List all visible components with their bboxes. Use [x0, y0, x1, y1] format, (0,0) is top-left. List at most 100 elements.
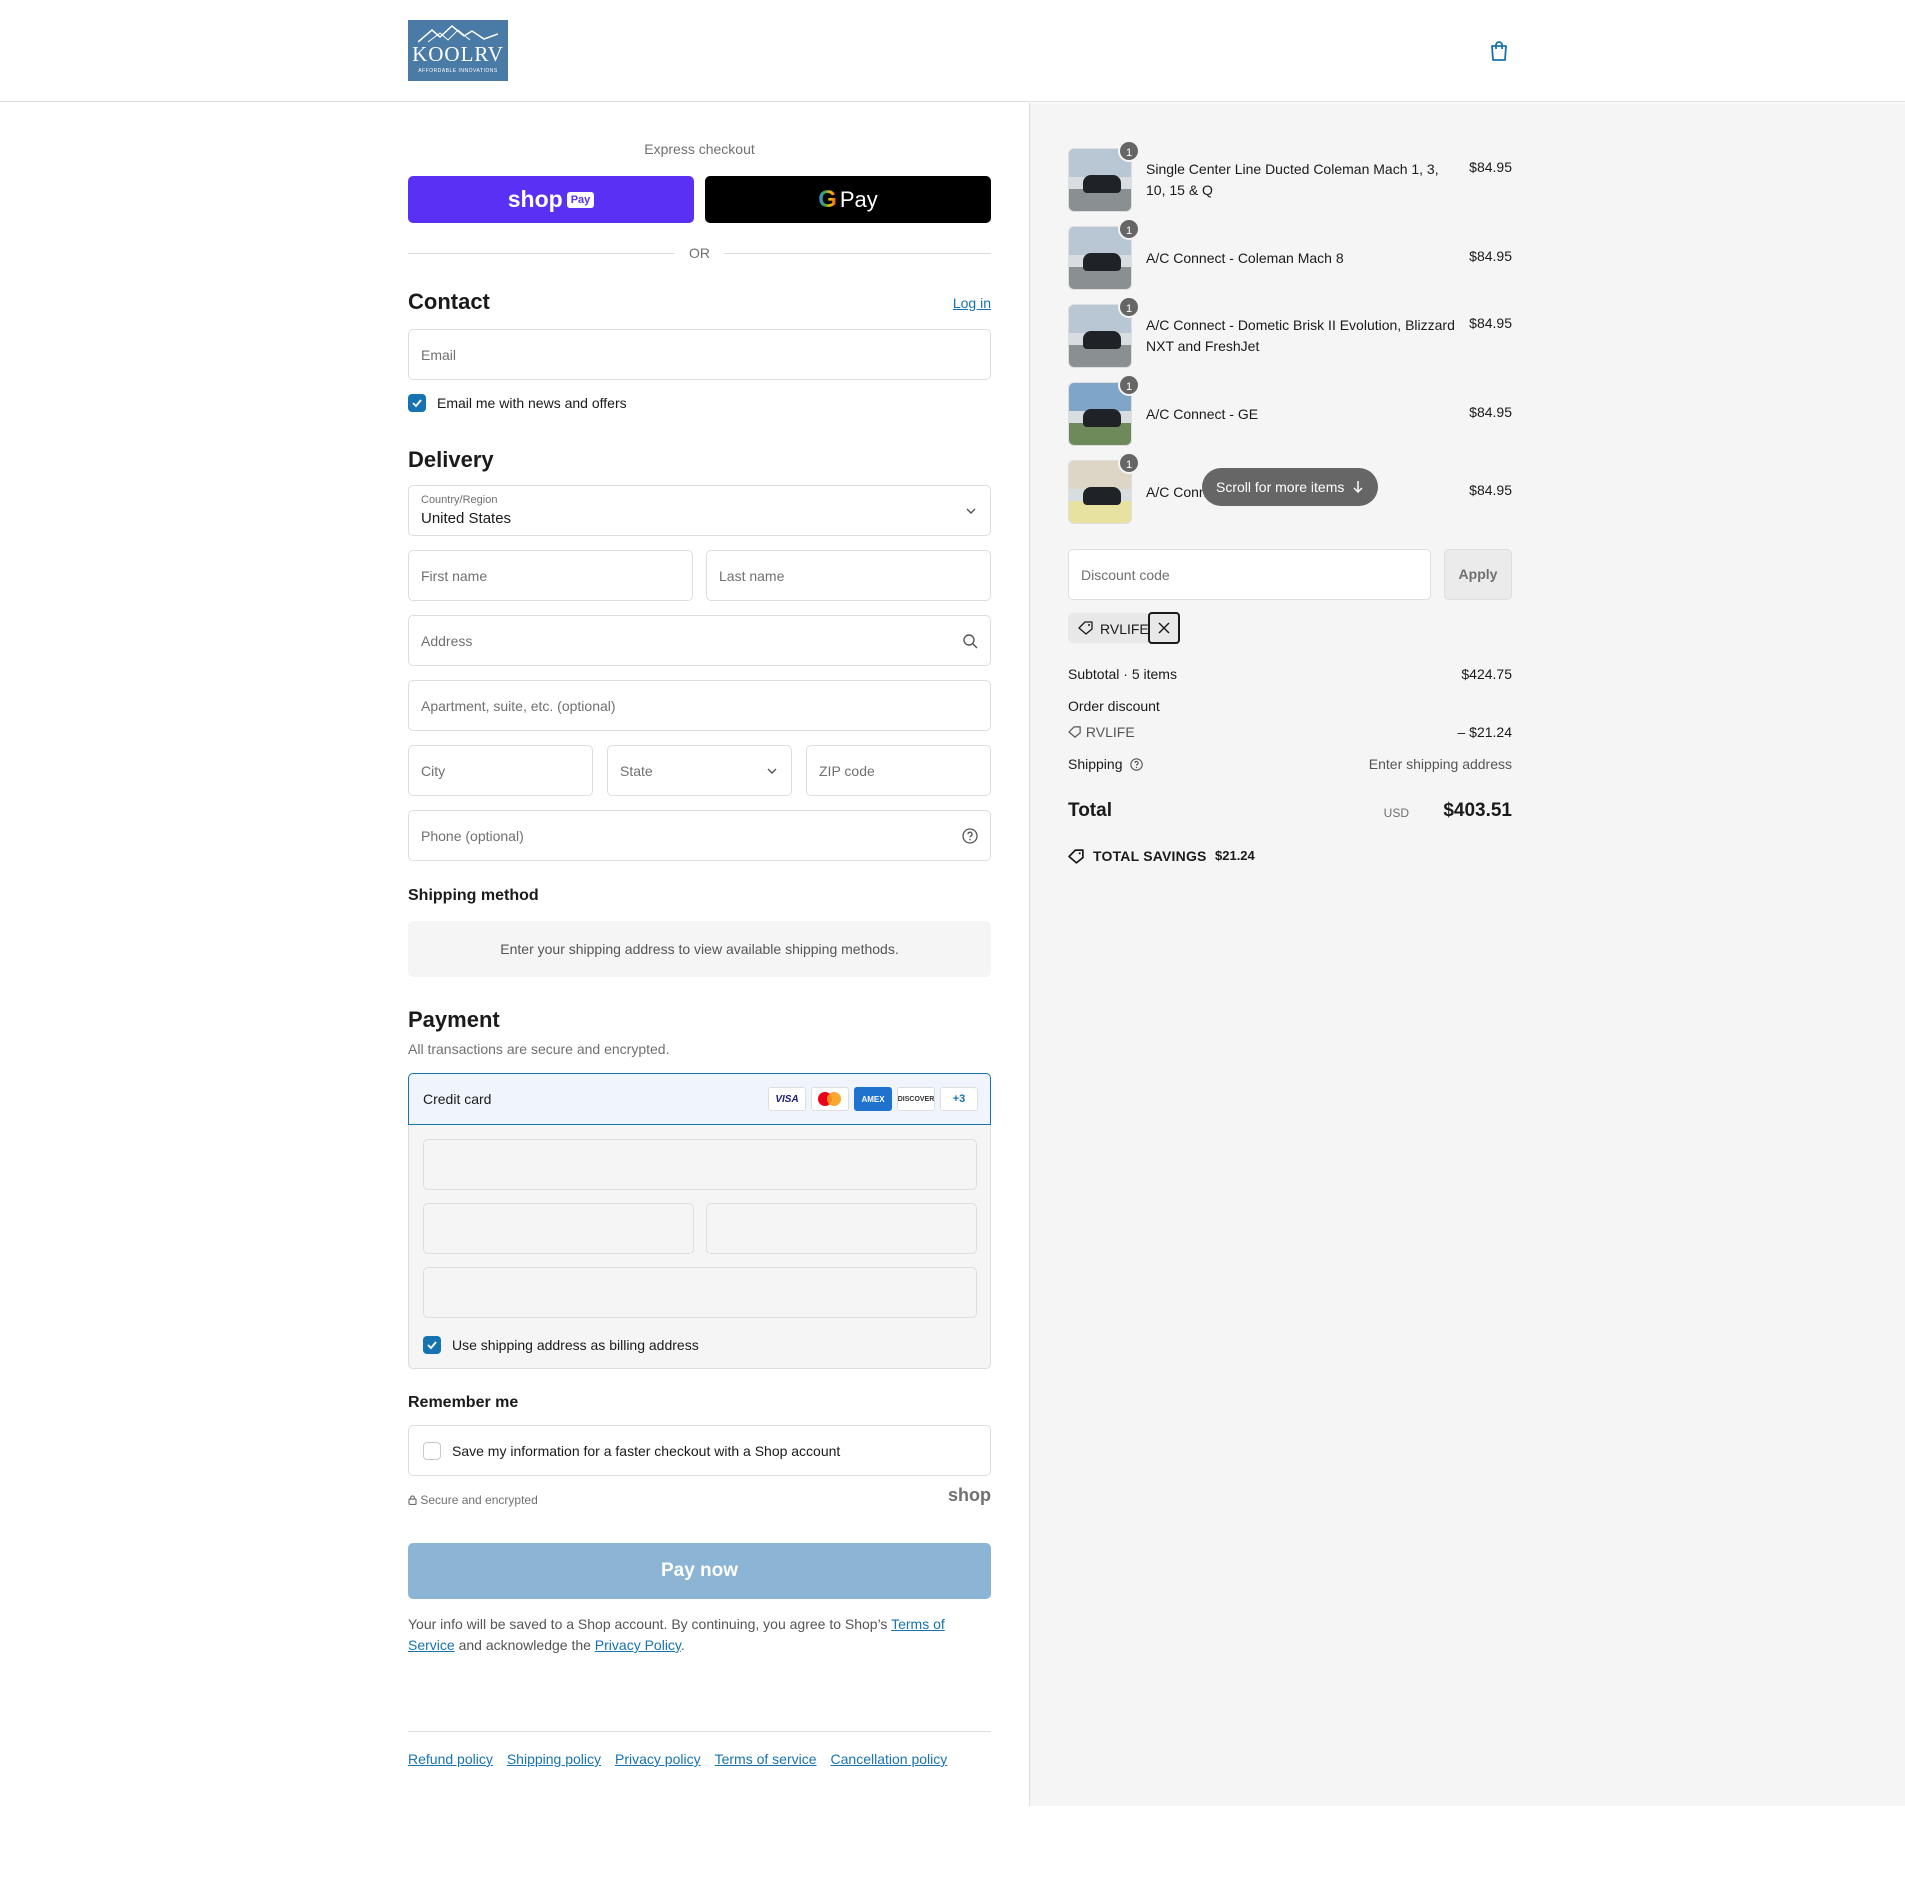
email-field[interactable]: Email: [408, 329, 991, 380]
country-select[interactable]: Country/Region United States: [408, 485, 991, 536]
legal-text-part: .: [680, 1637, 685, 1653]
city-field[interactable]: City: [408, 745, 593, 796]
zip-placeholder: ZIP code: [819, 763, 875, 779]
order-discount-label: Order discount: [1068, 698, 1160, 714]
billing-address-checkbox[interactable]: [423, 1336, 441, 1354]
legal-text-part: and acknowledge the: [454, 1637, 595, 1653]
city-placeholder: City: [421, 763, 446, 779]
country-value: United States: [421, 510, 512, 527]
scroll-for-more-button[interactable]: Scroll for more items: [1202, 468, 1378, 506]
product-price: $84.95: [1469, 482, 1512, 498]
amex-icon: AMEX: [854, 1087, 892, 1111]
google-pay-button[interactable]: G Pay: [705, 176, 991, 223]
shop-pay-button[interactable]: shop Pay: [408, 176, 694, 223]
apartment-field[interactable]: Apartment, suite, etc. (optional): [408, 680, 991, 731]
zip-field[interactable]: ZIP code: [806, 745, 991, 796]
apply-discount-button[interactable]: Apply: [1444, 549, 1512, 600]
product-price: $84.95: [1469, 315, 1512, 331]
subtotal-label: Subtotal · 5 items: [1068, 666, 1177, 682]
first-name-field[interactable]: First name: [408, 550, 693, 601]
product-price: $84.95: [1469, 404, 1512, 420]
card-number-field[interactable]: [423, 1139, 977, 1190]
help-circle-icon[interactable]: [962, 828, 978, 844]
shopping-bag-icon[interactable]: [1489, 40, 1509, 62]
shipping-label: Shipping: [1068, 756, 1123, 772]
privacy-policy-link[interactable]: Privacy Policy: [595, 1637, 681, 1653]
checkmark-icon: [427, 1341, 437, 1350]
subtotal-value: $424.75: [1461, 666, 1512, 682]
applied-discount-chip: RVLIFE: [1068, 612, 1180, 644]
chevron-down-icon: [767, 768, 777, 774]
secure-note: Secure and encrypted: [408, 1493, 538, 1507]
last-name-placeholder: Last name: [719, 568, 785, 584]
apartment-placeholder: Apartment, suite, etc. (optional): [421, 698, 616, 714]
security-code-field[interactable]: [706, 1203, 977, 1254]
credit-card-option[interactable]: Credit card VISA AMEX DISCOVER +3: [408, 1073, 991, 1125]
first-name-placeholder: First name: [421, 568, 488, 584]
card-brand-icons: VISA AMEX DISCOVER +3: [768, 1087, 978, 1111]
contact-heading: Contact: [408, 289, 490, 314]
visa-icon: VISA: [768, 1087, 806, 1111]
help-circle-icon[interactable]: [1130, 758, 1144, 771]
expiration-date-field[interactable]: [423, 1203, 694, 1254]
or-divider: OR: [408, 243, 991, 263]
logo-tagline: AFFORDABLE INNOVATIONS: [418, 68, 498, 74]
address-field[interactable]: Address: [408, 615, 991, 666]
refund-policy-link[interactable]: Refund policy: [408, 1751, 493, 1767]
privacy-policy-footer-link[interactable]: Privacy policy: [615, 1751, 701, 1767]
remember-me-box: Save my information for a faster checkou…: [408, 1425, 991, 1476]
news-checkbox[interactable]: [408, 394, 426, 412]
terms-of-service-footer-link[interactable]: Terms of service: [715, 1751, 817, 1767]
legal-text-part: Your info will be saved to a Shop accoun…: [408, 1616, 892, 1632]
state-select[interactable]: State: [607, 745, 792, 796]
total-label: Total: [1068, 800, 1112, 821]
store-logo[interactable]: KOOLRV AFFORDABLE INNOVATIONS: [408, 20, 508, 81]
discount-code-label: RVLIFE: [1085, 724, 1135, 740]
name-on-card-field[interactable]: [423, 1267, 977, 1318]
header: KOOLRV AFFORDABLE INNOVATIONS: [0, 0, 1905, 102]
google-g-icon: G: [818, 185, 837, 213]
cancellation-policy-link[interactable]: Cancellation policy: [831, 1751, 948, 1767]
pay-now-button[interactable]: Pay now: [408, 1543, 991, 1599]
total-value: $403.51: [1443, 800, 1512, 821]
phone-placeholder: Phone (optional): [421, 828, 524, 844]
line-item: 1 A/C Connect - Coleman Mach 8 $84.95: [1068, 218, 1512, 290]
scroll-hint-label: Scroll for more items: [1216, 479, 1345, 495]
line-item: 1 Single Center Line Ducted Coleman Mach…: [1068, 140, 1512, 212]
savings-value: $21.24: [1215, 848, 1255, 863]
discount-value: – $21.24: [1457, 724, 1513, 740]
login-link[interactable]: Log in: [953, 295, 991, 311]
shipping-policy-link[interactable]: Shipping policy: [507, 1751, 601, 1767]
chevron-down-icon: [966, 508, 976, 514]
arrow-down-icon: [1353, 481, 1363, 494]
discount-code-field[interactable]: Discount code: [1068, 549, 1431, 600]
save-info-checkbox[interactable]: [423, 1442, 441, 1460]
shipping-method-info: Enter your shipping address to view avai…: [408, 921, 991, 977]
payment-heading: Payment: [408, 1007, 500, 1032]
line-item: 1 A/C Connect - GE $84.95: [1068, 374, 1512, 446]
search-icon: [963, 634, 978, 649]
quantity-badge: 1: [1118, 374, 1140, 396]
total-currency: USD: [1383, 806, 1409, 820]
save-info-label: Save my information for a faster checkou…: [452, 1443, 841, 1459]
email-placeholder: Email: [421, 347, 457, 363]
phone-field[interactable]: Phone (optional): [408, 810, 991, 861]
product-name: Single Center Line Ducted Coleman Mach 1…: [1146, 161, 1439, 198]
or-label: OR: [689, 245, 710, 261]
shop-pay-badge: Pay: [566, 191, 595, 208]
mastercard-icon: [811, 1087, 849, 1111]
express-checkout-label: Express checkout: [644, 141, 755, 157]
subtotal-row: Subtotal · 5 items $424.75: [1068, 666, 1512, 682]
quantity-badge: 1: [1118, 452, 1140, 474]
billing-address-label: Use shipping address as billing address: [452, 1337, 699, 1353]
credit-card-form: Use shipping address as billing address: [408, 1125, 991, 1369]
close-icon: [1158, 622, 1170, 634]
tag-icon: [1068, 849, 1084, 864]
order-discount-row: Order discount: [1068, 698, 1512, 714]
last-name-field[interactable]: Last name: [706, 550, 991, 601]
quantity-badge: 1: [1118, 296, 1140, 318]
remove-discount-button[interactable]: [1148, 612, 1180, 644]
tag-icon: [1078, 621, 1093, 635]
product-price: $84.95: [1469, 159, 1512, 175]
shipping-value: Enter shipping address: [1368, 756, 1512, 772]
